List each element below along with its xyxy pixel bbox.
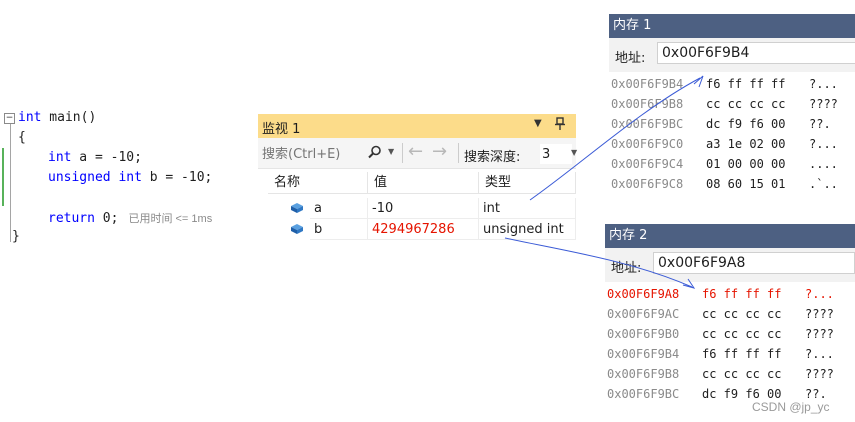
memory-2-titlebar[interactable]: 内存 2 [605,224,855,248]
watch-toolbar: ▼ ← → 搜索深度: ▼ [258,138,577,169]
watch-name-cell: b [310,219,368,240]
memory-bytes: cc cc cc cc [702,307,782,321]
memory-2-title: 内存 2 [609,228,648,243]
memory-address: 0x00F6F9C4 [611,157,684,171]
memory-row[interactable]: 0x00F6F9B8 cc cc cc cc???? [609,94,855,114]
memory-chars: ?... [805,287,834,301]
memory-bytes: a3 1e 02 00 [706,137,786,151]
memory-address: 0x00F6F9B8 [607,367,680,381]
watch-row[interactable]: b 4294967286 unsigned int [258,219,576,240]
watch-name-cell: a [310,198,368,219]
memory-chars: ???? [805,307,834,321]
code-line-2: { [18,130,26,145]
watch-titlebar[interactable]: 监视 1 ▼ [258,114,576,138]
memory-bytes: cc cc cc cc [706,97,786,111]
memory-bytes: dc f9 f6 00 [706,117,786,131]
memory-row[interactable]: 0x00F6F9B4 f6 ff ff ff?... [609,74,855,94]
memory-row[interactable]: 0x00F6F9B0 cc cc cc cc???? [605,324,855,344]
address-input[interactable] [657,42,855,64]
code-line-3: int a = -10; [48,150,142,165]
watch-window: 监视 1 ▼ ▼ ← → 搜索深度: ▼ 名称 值 类型 a -10 int b… [258,114,577,244]
memory-address: 0x00F6F9BC [607,387,680,401]
memory-address: 0x00F6F9B8 [611,97,684,111]
memory-bytes: 01 00 00 00 [706,157,786,171]
memory-row[interactable]: 0x00F6F9BC dc f9 f6 00??. [609,114,855,134]
dropdown-icon[interactable]: ▼ [571,148,577,157]
variable-cube-icon [291,224,303,234]
watch-title: 监视 1 [262,122,301,137]
elapsed-time-hint: 已用时间 <= 1ms [128,213,213,225]
memory-chars: ??. [809,117,831,131]
dropdown-icon[interactable]: ▼ [534,118,542,129]
memory-row[interactable]: 0x00F6F9C0 a3 1e 02 00?... [609,134,855,154]
change-marker [2,148,4,206]
search-input[interactable] [262,145,358,163]
memory-chars: ?... [805,347,834,361]
memory-address: 0x00F6F9A8 [607,287,680,301]
memory-address: 0x00F6F9BC [611,117,684,131]
watch-type-cell: int [479,198,576,219]
column-header-value[interactable]: 值 [368,172,479,194]
memory-1-address-bar: 地址: [609,38,855,72]
memory-chars: .`.. [809,177,838,191]
toolbar-separator [458,143,459,163]
pin-icon[interactable] [554,117,566,134]
memory-row[interactable]: 0x00F6F9A8 f6 ff ff ff?... [605,284,855,304]
variable-cube-icon [291,203,303,213]
watch-type-cell: unsigned int [479,219,576,240]
memory-window-1: 内存 1 地址: 0x00F6F9B4f6 ff ff ff?...0x00F6… [609,14,855,194]
toolbar-separator [402,143,403,163]
memory-bytes: cc cc cc cc [702,327,782,341]
address-label: 地址: [615,51,646,66]
forward-arrow-icon[interactable]: → [432,141,447,162]
code-line-7: } [12,229,20,244]
memory-1-title: 内存 1 [613,18,652,33]
watch-row[interactable]: a -10 int [258,198,576,219]
memory-bytes: f6 ff ff ff [702,347,782,361]
memory-row[interactable]: 0x00F6F9AC cc cc cc cc???? [605,304,855,324]
memory-chars: .... [809,157,838,171]
memory-chars: ???? [805,367,834,381]
memory-bytes: 08 60 15 01 [706,177,786,191]
address-label: 地址: [611,261,642,276]
memory-bytes: cc cc cc cc [702,367,782,381]
search-depth-field[interactable] [540,144,572,164]
memory-address: 0x00F6F9C8 [611,177,684,191]
memory-bytes: f6 ff ff ff [706,77,786,91]
memory-row[interactable]: 0x00F6F9B4 f6 ff ff ff?... [605,344,855,364]
memory-address: 0x00F6F9B0 [607,327,680,341]
code-line-6: return 0; 已用时间 <= 1ms [48,211,213,226]
memory-address: 0x00F6F9C0 [611,137,684,151]
memory-bytes: f6 ff ff ff [702,287,782,301]
watch-value-cell[interactable]: -10 [368,198,479,219]
collapse-minus-icon[interactable]: − [4,113,15,124]
code-line-4: unsigned int b = -10; [48,170,213,185]
watermark: CSDN @jp_yc [752,400,830,414]
memory-chars: ?... [809,77,838,91]
memory-chars: ???? [809,97,838,111]
address-input[interactable] [653,252,855,274]
memory-row[interactable]: 0x00F6F9B8 cc cc cc cc???? [605,364,855,384]
column-header-type[interactable]: 类型 [479,172,576,194]
memory-address: 0x00F6F9B4 [611,77,684,91]
watch-value-cell[interactable]: 4294967286 [368,219,479,240]
memory-address: 0x00F6F9B4 [607,347,680,361]
memory-row[interactable]: 0x00F6F9C8 08 60 15 01 .`.. [609,174,855,194]
memory-address: 0x00F6F9AC [607,307,680,321]
memory-chars: ???? [805,327,834,341]
back-arrow-icon[interactable]: ← [408,141,423,162]
code-editor[interactable]: − int main() { int a = -10; unsigned int… [0,108,236,248]
fold-guide [10,124,11,242]
dropdown-icon[interactable]: ▼ [388,147,394,156]
memory-chars: ?... [809,137,838,151]
memory-window-2: 内存 2 地址: 0x00F6F9A8f6 ff ff ff?...0x00F6… [605,224,855,404]
code-line-1: int main() [18,110,97,125]
column-header-name[interactable]: 名称 [268,172,368,194]
memory-row[interactable]: 0x00F6F9C4 01 00 00 00.... [609,154,855,174]
search-icon[interactable] [368,144,381,159]
memory-2-address-bar: 地址: [605,248,855,282]
memory-1-titlebar[interactable]: 内存 1 [609,14,855,38]
search-depth-label: 搜索深度: [464,150,521,165]
